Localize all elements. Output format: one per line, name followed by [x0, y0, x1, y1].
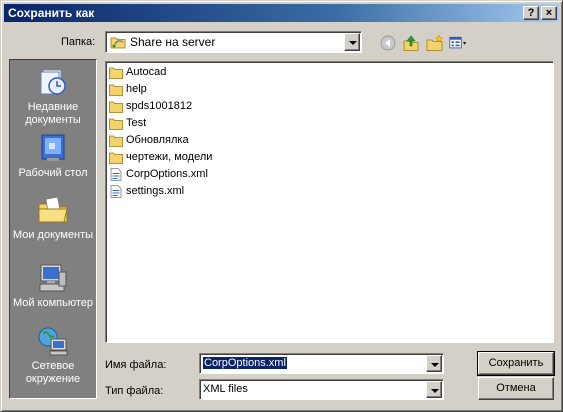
up-folder-icon[interactable] [402, 34, 420, 52]
file-name: Test [126, 117, 147, 129]
lookin-dropdown[interactable]: Share на server [105, 31, 362, 53]
folder-icon [109, 67, 123, 79]
file-name: Обновлялка [126, 134, 189, 146]
filename-combo[interactable]: CorpOptions.xml [199, 353, 444, 374]
lookin-value: Share на server [130, 35, 216, 49]
lookin-label: Папка: [61, 36, 96, 48]
lookin-dropdown-button[interactable] [344, 33, 360, 51]
place-label: Сетевое окружение [25, 360, 81, 385]
file-name: Autocad [126, 66, 167, 78]
filename-label: Имя файла: [105, 359, 167, 371]
list-item-folder[interactable]: Autocad [108, 65, 308, 81]
place-label: Недавние документы [25, 101, 81, 126]
place-label: Рабочий стол [18, 167, 88, 179]
place-desktop[interactable]: Рабочий стол [10, 132, 96, 180]
place-my-computer[interactable]: Мой компьютер [10, 262, 96, 310]
file-name: CorpOptions.xml [126, 168, 208, 180]
list-item-folder[interactable]: Test [108, 116, 308, 132]
back-icon[interactable] [379, 34, 397, 52]
file-name: help [126, 83, 147, 95]
title-bar[interactable]: Сохранить как ? × [4, 4, 559, 22]
place-my-documents[interactable]: Мои документы [10, 194, 96, 242]
place-network[interactable]: Сетевое окружение [10, 325, 96, 386]
folder-icon [109, 118, 123, 130]
file-name: spds1001812 [126, 100, 193, 112]
new-folder-icon[interactable] [426, 34, 444, 52]
file-name: чертежи, модели [126, 151, 213, 163]
filetype-label: Тип файла: [105, 385, 164, 397]
cancel-button[interactable]: Отмена [478, 377, 554, 400]
folder-icon [109, 84, 123, 96]
list-item-folder[interactable]: spds1001812 [108, 99, 308, 115]
filename-input[interactable]: CorpOptions.xml [203, 357, 287, 369]
dialog-title: Сохранить как [8, 6, 95, 20]
filetype-dropdown-button[interactable] [426, 381, 442, 398]
file-name: settings.xml [126, 185, 185, 197]
places-bar: Недавние документы Рабочий стол Мои доку… [9, 59, 97, 399]
list-item-folder[interactable]: help [108, 82, 308, 98]
place-recent-documents[interactable]: Недавние документы [10, 66, 96, 127]
save-as-dialog: Сохранить как ? × Папка: Share на server [0, 0, 563, 412]
file-list[interactable]: Autocad help spds1001812 Test Обновлялка… [105, 61, 554, 343]
folder-icon [109, 152, 123, 164]
xml-file-icon [110, 168, 122, 181]
folder-icon [109, 101, 123, 113]
filename-dropdown-button[interactable] [426, 355, 442, 372]
list-item-file[interactable]: settings.xml [108, 184, 308, 200]
desktop-icon [41, 134, 65, 161]
place-label: Мой компьютер [12, 297, 94, 309]
xml-file-icon [110, 185, 122, 198]
views-menu-icon[interactable] [449, 34, 467, 52]
folder-icon [109, 135, 123, 147]
list-item-file[interactable]: CorpOptions.xml [108, 167, 308, 183]
close-button[interactable]: × [541, 6, 557, 20]
network-folder-icon [110, 37, 126, 49]
recent-documents-icon [40, 69, 66, 95]
filetype-value: XML files [203, 383, 248, 395]
my-computer-icon [39, 264, 67, 292]
save-button[interactable]: Сохранить [477, 351, 555, 376]
place-label: Мои документы [12, 229, 94, 241]
list-item-folder[interactable]: чертежи, модели [108, 150, 308, 166]
my-documents-icon [38, 196, 68, 223]
help-button[interactable]: ? [523, 6, 539, 20]
network-places-icon [38, 327, 68, 356]
list-item-folder[interactable]: Обновлялка [108, 133, 308, 149]
filetype-select[interactable]: XML files [199, 379, 444, 400]
